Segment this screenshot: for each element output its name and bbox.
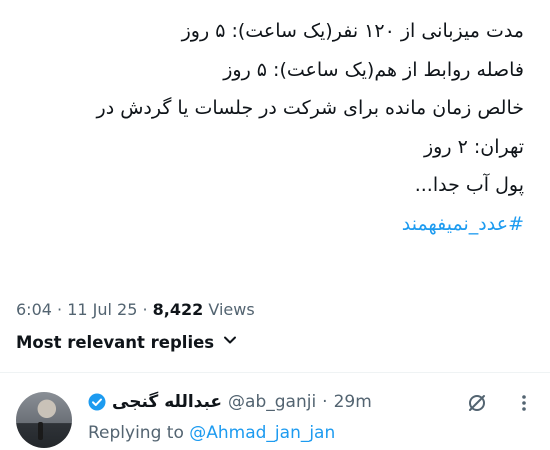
meta-separator: · xyxy=(322,392,328,412)
replies-sort-dropdown[interactable]: Most relevant replies xyxy=(16,332,238,352)
tweet-meta: 6:04 · 11 Jul 25 · 8,422 Views xyxy=(16,300,255,319)
meta-separator: · xyxy=(57,300,68,319)
hashtag-link[interactable]: #عدد_نمیفهمند xyxy=(14,205,524,244)
views-label: Views xyxy=(208,300,255,319)
grok-icon[interactable] xyxy=(466,392,488,414)
replying-to: Replying to @Ahmad_jan_jan xyxy=(88,423,335,443)
replying-to-label: Replying to xyxy=(88,423,184,443)
reply-time[interactable]: 29m xyxy=(334,392,372,412)
avatar[interactable] xyxy=(16,392,72,448)
reply-author-name[interactable]: عبدالله گنجی xyxy=(112,392,222,412)
verified-badge-icon xyxy=(88,393,106,411)
views-count: 8,422 xyxy=(152,300,204,319)
tweet-line: خالص زمان مانده برای شرکت در جلسات یا گر… xyxy=(96,97,524,119)
chevron-down-icon xyxy=(222,332,238,352)
meta-separator: · xyxy=(142,300,153,319)
replying-to-mention[interactable]: @Ahmad_jan_jan xyxy=(189,423,335,443)
tweet-text: مدت میزبانی از ۱۲۰ نفر(یک ساعت): ۵ روز ف… xyxy=(14,12,524,243)
reply-author-handle[interactable]: @ab_ganji xyxy=(228,392,316,412)
more-options-icon[interactable] xyxy=(516,393,532,413)
tweet-time[interactable]: 6:04 xyxy=(16,300,52,319)
tweet-line: مدت میزبانی از ۱۲۰ نفر(یک ساعت): ۵ روز xyxy=(181,20,524,42)
tweet-line: تهران: ۲ روز xyxy=(424,135,524,158)
tweet-line: پول آب جدا... xyxy=(414,174,524,196)
avatar-microphone-shape xyxy=(38,422,43,440)
tweet-line: فاصله روابط از هم(یک ساعت): ۵ روز xyxy=(223,58,524,81)
reply-header: عبدالله گنجی @ab_ganji · 29m xyxy=(88,392,372,412)
divider xyxy=(0,372,550,373)
replies-sort-label: Most relevant replies xyxy=(16,332,215,352)
tweet-date[interactable]: 11 Jul 25 xyxy=(67,300,137,319)
